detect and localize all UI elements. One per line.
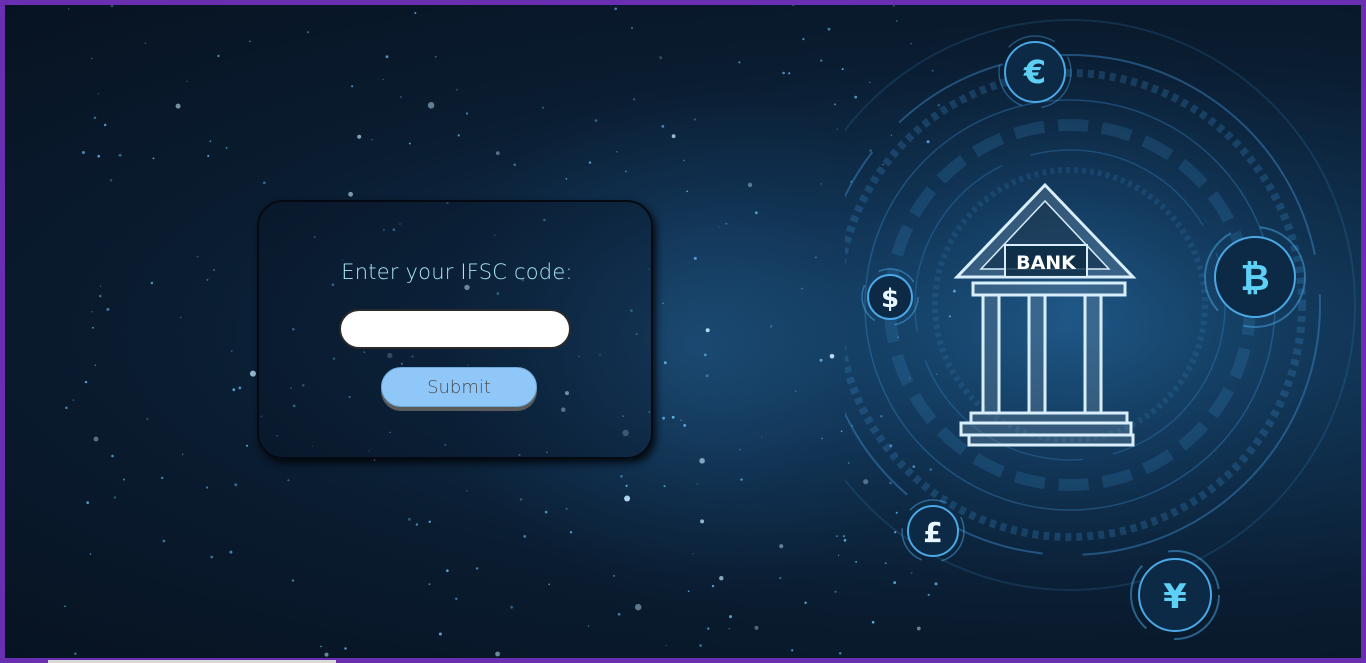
bank-illustration: € ₿ $ £ ¥ BANK — [845, 5, 1361, 640]
euro-icon: € — [1023, 53, 1046, 91]
submit-button[interactable]: Submit — [381, 367, 537, 407]
pound-icon: £ — [923, 516, 942, 549]
ifsc-input[interactable] — [339, 309, 571, 349]
page-background: € ₿ $ £ ¥ BANK Enter your IFSC code: Sub… — [5, 5, 1361, 658]
bitcoin-icon: ₿ — [1240, 258, 1269, 299]
dollar-icon: $ — [881, 284, 899, 314]
yen-icon: ¥ — [1163, 577, 1187, 617]
ifsc-form-card: Enter your IFSC code: Submit — [257, 200, 653, 459]
ifsc-prompt-label: Enter your IFSC code: — [341, 260, 573, 284]
bank-sign: BANK — [1016, 252, 1077, 274]
